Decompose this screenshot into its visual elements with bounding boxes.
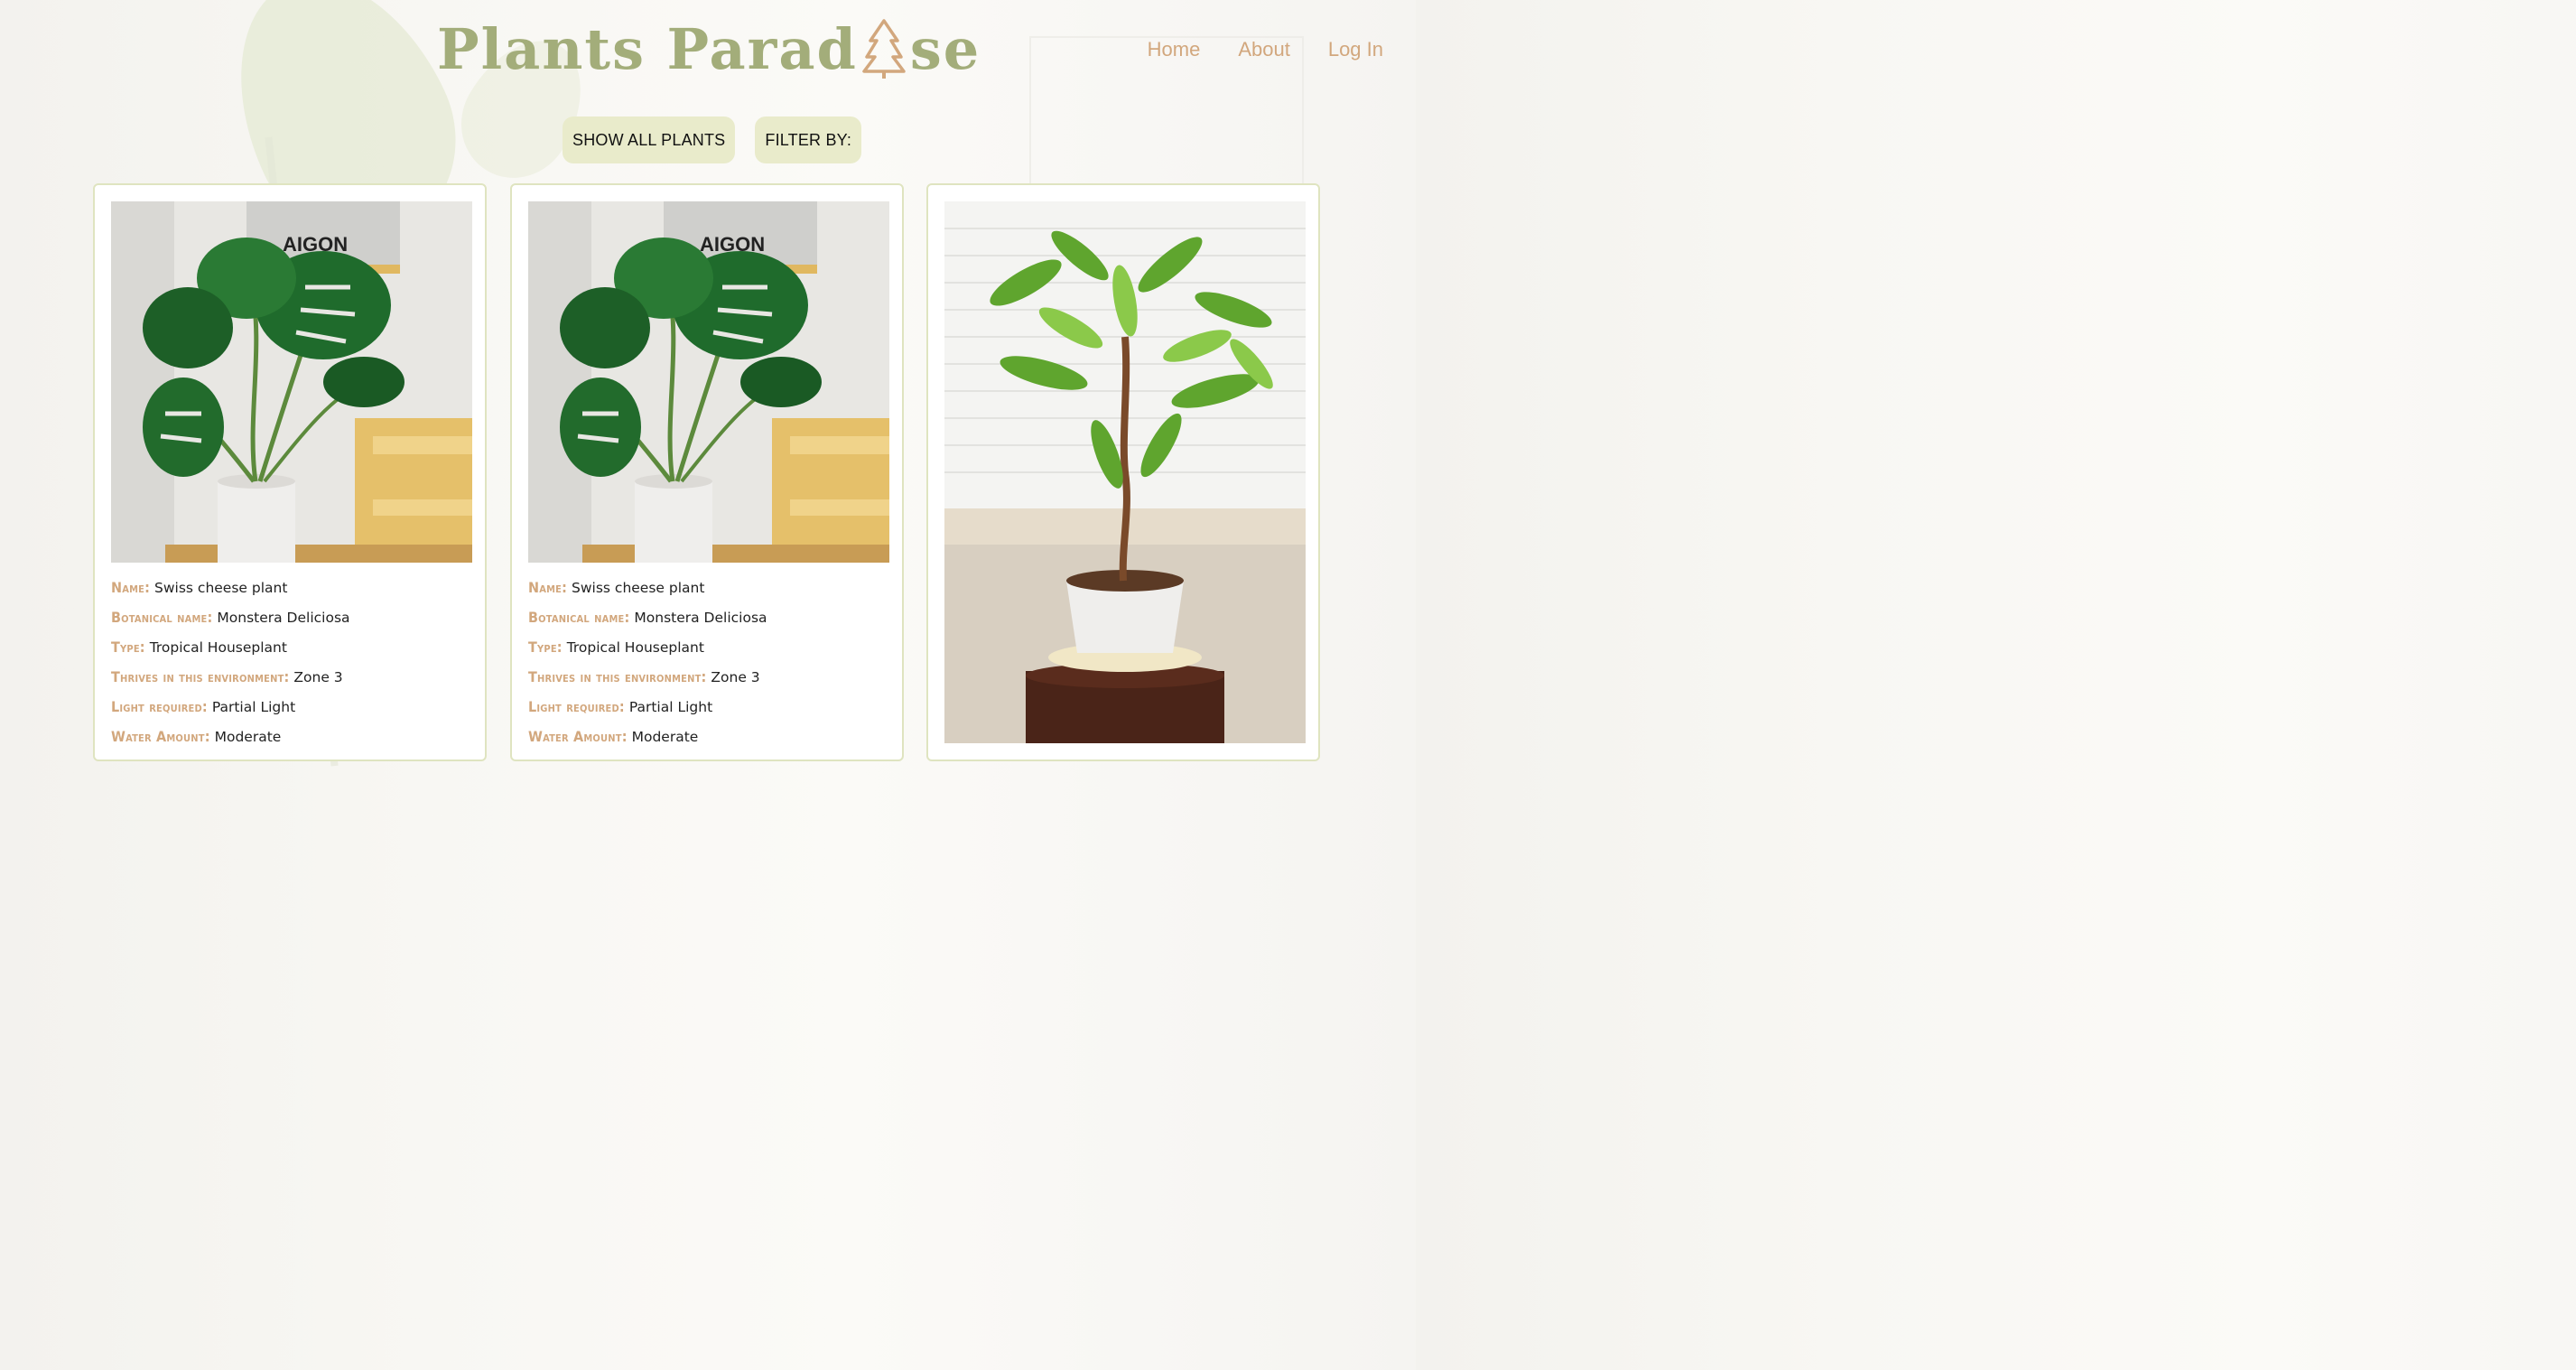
nav-login[interactable]: Log In xyxy=(1328,38,1383,61)
light-row: Light required: Partial Light xyxy=(111,698,296,715)
plant-card[interactable]: AIGON Name: Swiss cheese plant Botanical… xyxy=(510,183,904,761)
plant-type-row: Type: Tropical Houseplant xyxy=(111,638,287,656)
money-tree-photo xyxy=(944,201,1306,743)
plant-name-row: Name: Swiss cheese plant xyxy=(528,579,705,596)
pine-tree-icon xyxy=(862,19,906,79)
light-row: Light required: Partial Light xyxy=(528,698,713,715)
botanical-name-row: Botanical name: Monstera Deliciosa xyxy=(111,609,350,626)
nav-home[interactable]: Home xyxy=(1148,38,1201,61)
main-nav: Home About Log In xyxy=(1148,38,1383,61)
plant-card[interactable] xyxy=(926,183,1320,761)
nav-about[interactable]: About xyxy=(1238,38,1290,61)
water-row: Water Amount: Moderate xyxy=(528,728,699,745)
plant-details: Name: Swiss cheese plant Botanical name:… xyxy=(111,579,472,758)
site-logo[interactable]: Plants Parad se xyxy=(437,13,988,85)
environment-row: Thrives in this environment: Zone 3 xyxy=(528,668,760,685)
show-all-plants-button[interactable]: SHOW ALL PLANTS xyxy=(563,116,736,163)
monstera-photo: AIGON xyxy=(111,201,472,563)
logo-text-right: se xyxy=(909,15,981,82)
water-row: Water Amount: Moderate xyxy=(111,728,282,745)
environment-row: Thrives in this environment: Zone 3 xyxy=(111,668,343,685)
site-header: Plants Parad se Home About Log In xyxy=(0,0,1416,99)
plant-type-row: Type: Tropical Houseplant xyxy=(528,638,704,656)
plant-name-row: Name: Swiss cheese plant xyxy=(111,579,288,596)
plant-card[interactable]: AIGON Name: Swiss cheese plant Botanical… xyxy=(93,183,487,761)
monstera-photo: AIGON xyxy=(528,201,889,563)
plant-details: Name: Swiss cheese plant Botanical name:… xyxy=(528,579,889,758)
filter-controls: SHOW ALL PLANTS FILTER BY: xyxy=(563,116,862,163)
filter-by-button[interactable]: FILTER BY: xyxy=(755,116,862,163)
botanical-name-row: Botanical name: Monstera Deliciosa xyxy=(528,609,767,626)
logo-text-left: Plants Parad xyxy=(437,15,858,82)
